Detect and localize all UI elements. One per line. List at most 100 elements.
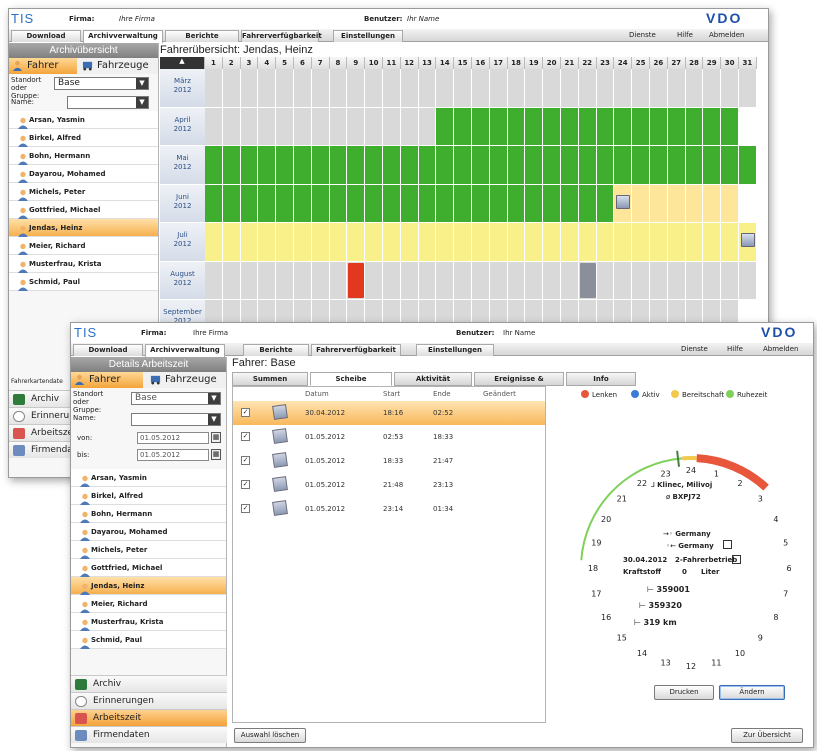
- driver-list-item[interactable]: Dayarou, Mohamed: [71, 523, 226, 541]
- calendar-day-cell[interactable]: [400, 223, 419, 262]
- calendar-day-cell[interactable]: [347, 223, 366, 262]
- calendar-day-cell[interactable]: [543, 107, 561, 146]
- calendar-day-cell[interactable]: [205, 146, 223, 185]
- calendar-day-cell[interactable]: [632, 261, 650, 300]
- calendar-day-cell[interactable]: [383, 223, 401, 262]
- calendar-day-cell[interactable]: [329, 184, 348, 223]
- calendar-day-cell[interactable]: [703, 184, 722, 223]
- calendar-day-cell[interactable]: [685, 184, 704, 223]
- calendar-day-cell[interactable]: [614, 261, 633, 300]
- calendar-day-cell[interactable]: [667, 261, 686, 300]
- nav-archiv[interactable]: Archiv: [71, 675, 227, 692]
- calendar-day-cell[interactable]: [543, 146, 561, 185]
- calendar-day-cell[interactable]: [561, 223, 579, 262]
- calendar-day-cell[interactable]: [667, 146, 686, 185]
- tab-archivverwaltung[interactable]: Archivverwaltung: [145, 344, 225, 357]
- calendar-day-cell[interactable]: [561, 69, 579, 108]
- calendar-day-cell[interactable]: [400, 184, 419, 223]
- driver-list-item[interactable]: Michels, Peter: [9, 183, 158, 201]
- driver-list-item[interactable]: Bohn, Hermann: [9, 147, 158, 165]
- calendar-day-cell[interactable]: [400, 69, 419, 108]
- calendar-day-cell[interactable]: [240, 146, 259, 185]
- calendar-day-cell[interactable]: [703, 107, 722, 146]
- calendar-day-cell[interactable]: [365, 69, 383, 108]
- calendar-day-cell[interactable]: [703, 146, 722, 185]
- calendar-day-cell[interactable]: [383, 69, 401, 108]
- driver-list-item[interactable]: Dayarou, Mohamed: [9, 165, 158, 183]
- nav-arbeitszeit[interactable]: Arbeitszeit: [71, 709, 227, 726]
- calendar-day-cell[interactable]: [721, 261, 739, 300]
- driver-list-item[interactable]: Meier, Richard: [71, 595, 226, 613]
- calendar-day-cell[interactable]: [294, 69, 312, 108]
- calendar-day-cell[interactable]: [667, 223, 686, 262]
- calendar-day-cell[interactable]: [329, 146, 348, 185]
- tab-berichte[interactable]: Berichte: [165, 30, 239, 42]
- checkbox-mode[interactable]: [732, 555, 741, 564]
- calendar-day-cell[interactable]: [258, 107, 277, 146]
- calendar-day-cell[interactable]: [739, 69, 757, 108]
- calendar-day-cell[interactable]: [400, 146, 419, 185]
- nav-firmendaten[interactable]: Firmendaten: [71, 726, 227, 743]
- calendar-day-cell[interactable]: [294, 223, 312, 262]
- calendar-day-cell[interactable]: [383, 184, 401, 223]
- calendar-day-cell[interactable]: [614, 146, 633, 185]
- calendar-day-cell[interactable]: [543, 261, 561, 300]
- calendar-day-cell[interactable]: [240, 261, 259, 300]
- calendar-day-cell[interactable]: [311, 261, 330, 300]
- driver-list-item[interactable]: Musterfrau, Krista: [71, 613, 226, 631]
- tab-fahrerverfuegbarkeit[interactable]: Fahrerverfügbarkeit: [241, 30, 322, 42]
- calendar-day-cell[interactable]: [685, 69, 704, 108]
- calendar-day-cell[interactable]: [400, 107, 419, 146]
- driver-list-item[interactable]: Arsan, Yasmin: [9, 111, 158, 129]
- calendar-day-cell[interactable]: [329, 223, 348, 262]
- calendar-day-cell[interactable]: [525, 107, 544, 146]
- calendar-day-cell[interactable]: [436, 146, 455, 185]
- calendar-day-cell[interactable]: [454, 223, 472, 262]
- calendar-day-cell[interactable]: [703, 69, 722, 108]
- calendar-day-cell[interactable]: [418, 146, 437, 185]
- calendar-day-cell[interactable]: [436, 261, 455, 300]
- calendar-day-cell[interactable]: [667, 184, 686, 223]
- calendar-day-cell[interactable]: [294, 146, 312, 185]
- calendar-day-cell[interactable]: [703, 223, 722, 262]
- toggle-fahrzeuge[interactable]: Fahrzeuge: [79, 58, 157, 74]
- calendar-day-cell[interactable]: [383, 146, 401, 185]
- calendar-day-cell[interactable]: [739, 146, 757, 185]
- calendar-day-cell[interactable]: [454, 107, 472, 146]
- tab-einstellungen[interactable]: Einstellungen: [333, 30, 403, 42]
- calendar-day-cell[interactable]: [222, 146, 241, 185]
- calendar-day-cell[interactable]: [596, 146, 615, 185]
- calendar-day-cell[interactable]: [632, 146, 650, 185]
- calendar-day-cell[interactable]: [525, 146, 544, 185]
- driver-list-item[interactable]: Gottfried, Michael: [9, 201, 158, 219]
- calendar-day-cell[interactable]: [294, 184, 312, 223]
- calendar-day-cell[interactable]: [632, 69, 650, 108]
- calendar-day-cell[interactable]: [561, 261, 579, 300]
- calendar-day-cell[interactable]: [507, 223, 526, 262]
- calendar-day-cell[interactable]: [418, 184, 437, 223]
- calendar-day-cell[interactable]: [561, 107, 579, 146]
- calendar-day-cell[interactable]: [436, 69, 455, 108]
- calendar-day-cell[interactable]: [650, 69, 668, 108]
- calendar-day-cell[interactable]: [222, 184, 241, 223]
- calendar-day-cell[interactable]: [240, 184, 259, 223]
- calendar-day-cell[interactable]: [365, 184, 383, 223]
- calendar-day-cell[interactable]: [525, 261, 544, 300]
- menu-abmelden[interactable]: Abmelden: [763, 345, 799, 353]
- calendar-day-cell[interactable]: [418, 261, 437, 300]
- driver-list-item[interactable]: Bohn, Hermann: [71, 505, 226, 523]
- calendar-day-cell[interactable]: [472, 261, 490, 300]
- calendar-day-cell[interactable]: [596, 69, 615, 108]
- calendar-day-cell[interactable]: [632, 223, 650, 262]
- calendar-day-cell[interactable]: [507, 146, 526, 185]
- calendar-day-cell[interactable]: [205, 184, 223, 223]
- calendar-day-cell[interactable]: [721, 69, 739, 108]
- calendar-day-cell[interactable]: [650, 261, 668, 300]
- change-button[interactable]: Ändern: [719, 685, 785, 700]
- tab-download[interactable]: Download: [11, 30, 81, 42]
- calendar-day-cell[interactable]: [650, 223, 668, 262]
- name-select[interactable]: ▼: [131, 413, 221, 426]
- calendar-day-cell[interactable]: [472, 184, 490, 223]
- driver-list-item[interactable]: Arsan, Yasmin: [71, 469, 226, 487]
- calendar-day-cell[interactable]: [489, 223, 508, 262]
